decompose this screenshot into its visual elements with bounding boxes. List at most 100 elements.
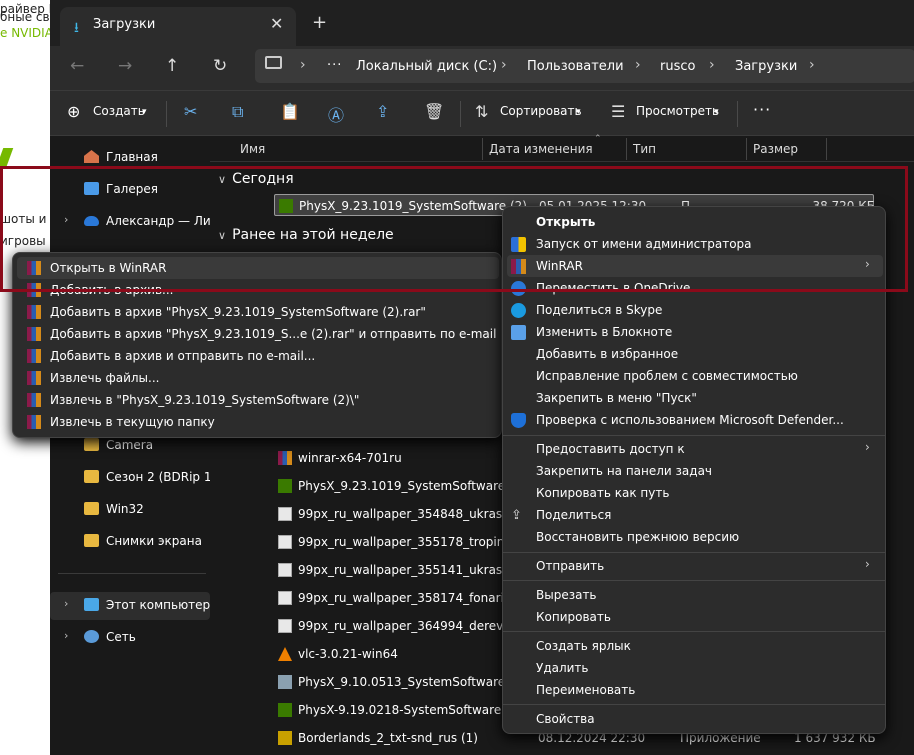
menu-item-create-shortcut[interactable]: Создать ярлык (503, 635, 887, 657)
column-type[interactable]: Тип (633, 142, 656, 156)
view-button[interactable]: Просмотреть (636, 104, 719, 118)
chevron-down-icon: ▾ (714, 107, 719, 117)
menu-separator (503, 580, 885, 581)
breadcrumb-item[interactable]: Пользователи (527, 59, 624, 74)
file-name: winrar-x64-701ru (298, 451, 402, 465)
defender-shield-icon (511, 413, 526, 428)
breadcrumb-item[interactable]: Загрузки (735, 59, 797, 74)
up-arrow-icon[interactable]: ↑ (165, 56, 179, 76)
download-icon: ⭳ (74, 20, 79, 36)
breadcrumb-more[interactable]: ··· (327, 58, 342, 73)
chevron-right-icon[interactable]: › (300, 57, 306, 73)
rename-icon[interactable]: Ⓐ (328, 102, 344, 126)
new-tab-button[interactable]: + (312, 12, 327, 33)
menu-item-defender[interactable]: Проверка с использованием Microsoft Defe… (503, 409, 887, 431)
chevron-right-icon[interactable]: › (709, 57, 715, 73)
column-divider[interactable] (626, 138, 627, 160)
menu-item-share-skype[interactable]: Поделиться в Skype (503, 299, 887, 321)
more-options-button[interactable]: ··· (753, 100, 771, 119)
menu-item-extract-files[interactable]: Извлечь файлы... (17, 367, 499, 389)
menu-item-extract-here[interactable]: Извлечь в текущую папку (17, 411, 499, 433)
menu-item-rename[interactable]: Переименовать (503, 679, 887, 701)
file-name: PhysX_9.10.0513_SystemSoftware (298, 675, 506, 689)
menu-item-add-favorites[interactable]: Добавить в избранное (503, 343, 887, 365)
create-button[interactable]: Создать (93, 104, 145, 118)
nvidia-icon (278, 703, 292, 717)
menu-item-share[interactable]: ⇪ Поделиться (503, 504, 887, 526)
chevron-right-icon[interactable]: › (64, 597, 68, 610)
share-icon[interactable]: ⇪ (376, 102, 389, 121)
column-size[interactable]: Размер (753, 142, 798, 156)
file-name: PhysX_9.23.1019_SystemSoftware (298, 479, 506, 493)
menu-item-edit-notepad[interactable]: Изменить в Блокноте (503, 321, 887, 343)
menu-item-delete[interactable]: Удалить (503, 657, 887, 679)
nav-item-screenshots[interactable]: Снимки экрана (50, 528, 210, 556)
menu-item-add-and-email[interactable]: Добавить в архив "PhysX_9.23.1019_S...e … (17, 323, 499, 345)
menu-item-copy-path[interactable]: Копировать как путь (503, 482, 887, 504)
menu-item-label: Поделиться (536, 508, 612, 522)
close-tab-icon[interactable]: ✕ (270, 14, 283, 33)
menu-item-copy[interactable]: Копировать (503, 606, 887, 628)
menu-separator (503, 631, 885, 632)
home-icon (84, 150, 99, 163)
annotation-highlight-box (0, 166, 908, 292)
cut-icon[interactable]: ✂ (184, 102, 197, 121)
column-divider[interactable] (482, 138, 483, 160)
command-bar: ⊕ Создать ▾ ✂ ⧉ 📋 Ⓐ ⇪ 🗑 ⇅ Сортировать ▾ … (50, 90, 914, 136)
image-file-icon (278, 563, 292, 577)
navigation-bar: ← → ↑ ↻ › ··· Локальный диск (C:) › Поль… (50, 46, 914, 90)
menu-item-give-access[interactable]: Предоставить доступ к › (503, 438, 887, 460)
menu-item-properties[interactable]: Свойства (503, 708, 887, 730)
menu-item-label: Закрепить на панели задач (536, 464, 713, 478)
menu-item-add-archive-email[interactable]: Добавить в архив и отправить по e-mail..… (17, 345, 499, 367)
column-divider[interactable] (826, 138, 827, 160)
address-bar[interactable]: › ··· Локальный диск (C:) › Пользователи… (255, 49, 914, 83)
menu-item-pin-taskbar[interactable]: Закрепить на панели задач (503, 460, 887, 482)
menu-item-add-to-named-archive[interactable]: Добавить в архив "PhysX_9.23.1019_System… (17, 301, 499, 323)
menu-item-pin-start[interactable]: Закрепить в меню "Пуск" (503, 387, 887, 409)
menu-item-label: Изменить в Блокноте (536, 325, 673, 339)
chevron-right-icon[interactable]: › (635, 57, 641, 73)
installer-icon (278, 675, 292, 689)
nav-item-win32[interactable]: Win32 (50, 496, 210, 524)
menu-item-extract-to-folder[interactable]: Извлечь в "PhysX_9.23.1019_SystemSoftwar… (17, 389, 499, 411)
menu-separator (503, 704, 885, 705)
column-divider[interactable] (746, 138, 747, 160)
skype-icon (511, 303, 526, 318)
nav-item-label: Camera (106, 438, 154, 452)
winrar-icon (27, 349, 41, 363)
menu-item-label: Вырезать (536, 588, 597, 602)
chevron-right-icon[interactable]: › (809, 57, 815, 73)
paste-icon[interactable]: 📋 (280, 102, 300, 121)
menu-item-send-to[interactable]: Отправить › (503, 555, 887, 577)
nav-item-this-pc[interactable]: › Этот компьютер (50, 592, 210, 620)
back-arrow-icon[interactable]: ← (70, 56, 84, 76)
column-date[interactable]: Дата изменения (489, 142, 593, 156)
chevron-right-icon[interactable]: › (64, 629, 68, 642)
bg-text-line: e NVIDIA (0, 26, 53, 40)
copy-icon[interactable]: ⧉ (232, 102, 243, 122)
breadcrumb-item[interactable]: Локальный диск (C:) (356, 59, 497, 74)
winrar-icon (27, 327, 41, 341)
refresh-icon[interactable]: ↻ (213, 56, 227, 76)
tab-downloads[interactable]: ⭳ Загрузки ✕ (60, 7, 296, 46)
menu-item-restore-version[interactable]: Восстановить прежнюю версию (503, 526, 887, 548)
nav-item-season2[interactable]: Сезон 2 (BDRip 108 (50, 464, 210, 492)
forward-arrow-icon[interactable]: → (118, 56, 132, 76)
column-name[interactable]: Имя (240, 142, 265, 156)
nav-item-network[interactable]: › Сеть (50, 624, 210, 652)
network-icon (84, 630, 99, 643)
chevron-right-icon[interactable]: › (501, 57, 507, 73)
folder-icon (84, 534, 99, 547)
winrar-icon (27, 393, 41, 407)
menu-item-label: Добавить в избранное (536, 347, 679, 361)
menu-item-cut[interactable]: Вырезать (503, 584, 887, 606)
nav-item-label: Главная (106, 150, 158, 164)
delete-icon[interactable]: 🗑 (424, 102, 444, 121)
sort-button[interactable]: Сортировать (500, 104, 582, 118)
tab-title: Загрузки (93, 17, 156, 32)
chevron-down-icon: ▾ (142, 107, 147, 117)
breadcrumb-item[interactable]: rusco (660, 59, 695, 74)
menu-item-compatibility[interactable]: Исправление проблем с совместимостью (503, 365, 887, 387)
menu-item-label: Переименовать (536, 683, 636, 697)
